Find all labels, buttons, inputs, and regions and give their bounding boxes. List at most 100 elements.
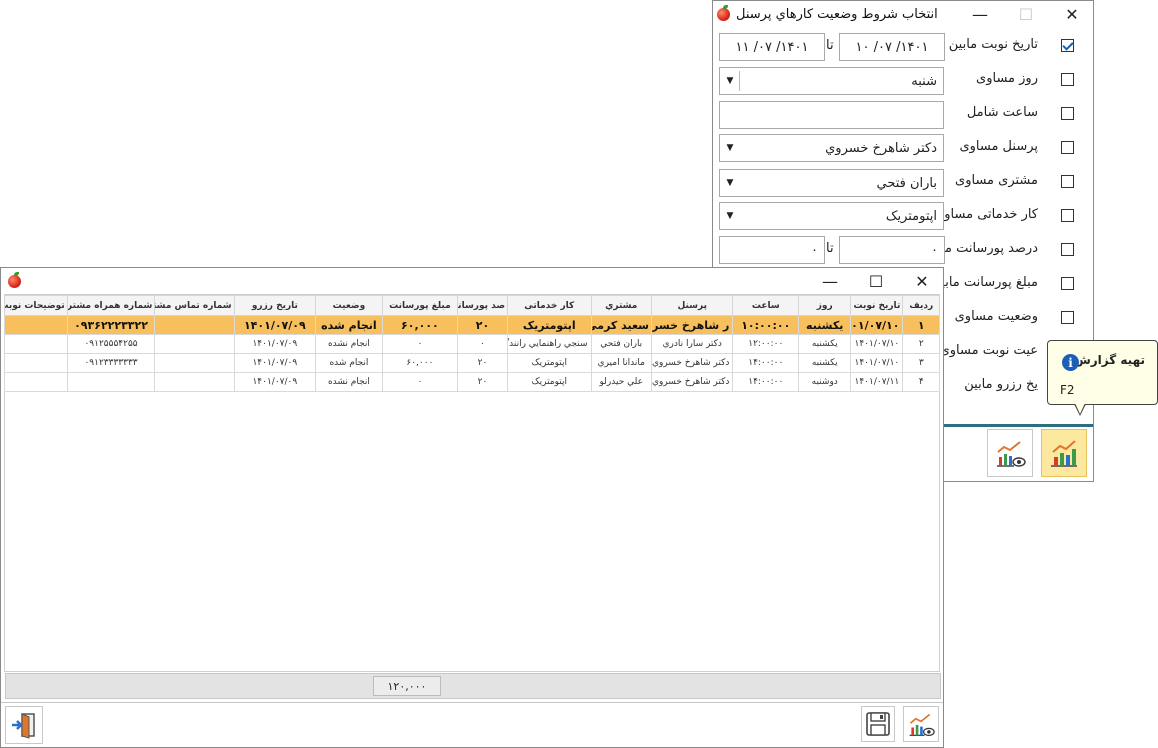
date-to-input[interactable]: ۱۴۰۱/ ۰۷/ ۱۱ xyxy=(719,33,825,61)
table-cell: انجام شده xyxy=(315,315,383,335)
exit-icon xyxy=(12,713,35,739)
totals-footer: ۱۲۰,۰۰۰ xyxy=(5,673,941,699)
table-cell xyxy=(66,372,156,392)
exit-button[interactable] xyxy=(5,706,43,744)
maximize-button[interactable]: ☐ xyxy=(853,268,899,294)
minimize-button[interactable]: — xyxy=(807,268,853,294)
checkbox-status[interactable] xyxy=(1061,311,1074,324)
table-cell: ۰۹۱۲۳۳۳۳۳۳۳ xyxy=(66,353,156,373)
table-cell: اپتومتريک xyxy=(507,315,592,335)
checkbox-customer[interactable] xyxy=(1061,175,1074,188)
criteria-titlebar: انتخاب شروط وضعيت کارهاي پرسنل — ☐ ✕ xyxy=(713,1,1093,27)
table-cell: ر شاهرخ خسروي xyxy=(651,315,734,335)
checkbox-personnel[interactable] xyxy=(1061,141,1074,154)
chevron-down-icon[interactable]: ▼ xyxy=(720,68,740,94)
table-cell: ۰ xyxy=(381,372,458,392)
percent-to-input[interactable]: ۰ xyxy=(719,236,825,264)
table-cell xyxy=(154,334,235,354)
grid-titlebar: — ☐ ✕ xyxy=(1,268,943,294)
chevron-down-icon[interactable]: ▼ xyxy=(720,203,740,229)
date-from-input[interactable]: ۱۴۰۱/ ۰۷/ ۱۰ xyxy=(839,33,945,61)
label-commission-amount: مبلغ پورسانت مابين xyxy=(931,275,1038,290)
table-cell: ۱۴۰۱/۰۷/۰۹ xyxy=(233,353,317,373)
table-cell: ماندانا اميري xyxy=(590,353,653,373)
customer-value: باران فتحي xyxy=(876,175,937,191)
checkbox-time[interactable] xyxy=(1061,107,1074,120)
personnel-select[interactable]: دکتر شاهرخ خسروي ▼ xyxy=(719,134,944,162)
prepare-report-button[interactable] xyxy=(1041,429,1087,477)
chevron-down-icon[interactable]: ▼ xyxy=(720,135,740,161)
column-header[interactable]: شماره تماس مشتري xyxy=(154,295,235,316)
report-grid-window: — ☐ ✕ رديف تاريخ نوبت روز ساعت پرسنل مشت… xyxy=(0,267,944,748)
column-header[interactable]: روز xyxy=(798,295,852,316)
customer-select[interactable]: باران فتحي ▼ xyxy=(719,169,944,197)
table-row[interactable]: ۴ ۱۴۰۱/۰۷/۱۱ دوشنبه ۱۴:۰۰:۰۰ دکتر شاهرخ … xyxy=(4,372,940,392)
chevron-down-icon[interactable]: ▼ xyxy=(720,170,740,196)
report-table[interactable]: رديف تاريخ نوبت روز ساعت پرسنل مشتري کار… xyxy=(4,295,940,392)
table-cell: اپتومتريک xyxy=(507,372,592,392)
column-header[interactable]: وضعيت xyxy=(315,295,383,316)
column-header[interactable]: مبلغ پورسانت xyxy=(381,295,458,316)
label-status: وضعيت مساوی xyxy=(954,309,1038,324)
column-header[interactable]: رديف xyxy=(902,295,940,316)
close-button[interactable]: ✕ xyxy=(1049,1,1095,27)
table-row[interactable]: ۲ ۱۴۰۱/۰۷/۱۰ يکشنبه ۱۲:۰۰:۰۰ دکتر سارا ن… xyxy=(4,334,940,354)
table-cell: ۱۴۰۱/۰۷/۰۹ xyxy=(233,334,317,354)
column-header[interactable]: صد پورسانت xyxy=(456,295,509,316)
table-cell: ۱۴۰۱/۰۷/۱۰ xyxy=(850,334,904,354)
day-value: شنبه xyxy=(911,73,937,89)
tooltip-title: تهيه گزارش xyxy=(1074,353,1145,367)
table-cell: دکتر شاهرخ خسروي xyxy=(651,353,734,373)
label-time: ساعت شامل xyxy=(966,105,1038,120)
table-cell: ۰۹۱۲۵۵۵۴۲۵۵ xyxy=(66,334,156,354)
column-header[interactable]: تاريخ نوبت xyxy=(850,295,904,316)
checkbox-percent[interactable] xyxy=(1061,243,1074,256)
save-button[interactable] xyxy=(861,706,895,742)
column-header[interactable]: ساعت xyxy=(732,295,800,316)
table-cell: باران فتحي xyxy=(590,334,653,354)
day-select[interactable]: شنبه ▼ xyxy=(719,67,944,95)
checkbox-service[interactable] xyxy=(1061,209,1074,222)
checkbox-day[interactable] xyxy=(1061,73,1074,86)
report-chart-icon xyxy=(1051,440,1077,467)
personnel-value: دکتر شاهرخ خسروي xyxy=(825,140,937,156)
service-value: اپتومتريک xyxy=(885,208,937,224)
table-cell: ۰ xyxy=(381,334,458,354)
table-row[interactable]: ۳ ۱۴۰۱/۰۷/۱۰ يکشنبه ۱۴:۰۰:۰۰ دکتر شاهرخ … xyxy=(4,353,940,373)
table-cell: يکشنبه xyxy=(798,334,852,354)
report-preview-button[interactable] xyxy=(903,706,939,742)
grid-bottom-divider xyxy=(1,702,943,703)
percent-to-value: ۰ xyxy=(811,242,818,258)
preview-report-button[interactable] xyxy=(987,429,1033,477)
column-header[interactable]: تاريخ رزرو xyxy=(233,295,317,316)
table-row[interactable]: ۱ ۱۴۰۱/۰۷/۱۰ يکشنبه ۱۰:۰۰:۰۰ ر شاهرخ خسر… xyxy=(4,315,940,335)
table-cell: دوشنبه xyxy=(798,372,852,392)
table-cell xyxy=(4,353,68,373)
table-cell: ۴ xyxy=(902,372,940,392)
table-cell: ۶۰,۰۰۰ xyxy=(381,315,458,335)
label-appointment-date: تاريخ نوبت مابين xyxy=(948,37,1038,52)
minimize-button[interactable]: — xyxy=(957,1,1003,27)
table-cell: دکتر شاهرخ خسروي xyxy=(651,372,734,392)
report-preview-icon xyxy=(997,441,1026,467)
percent-from-input[interactable]: ۰ xyxy=(839,236,945,264)
table-cell: ۱ xyxy=(902,315,940,335)
tooltip-shortcut: F2 xyxy=(1060,383,1075,397)
checkbox-appointment-date[interactable] xyxy=(1061,39,1074,52)
maximize-button[interactable]: ☐ xyxy=(1003,1,1049,27)
time-input[interactable] xyxy=(719,101,944,129)
column-header[interactable]: توضيحات نوبت xyxy=(4,295,68,316)
close-button[interactable]: ✕ xyxy=(899,268,945,294)
column-header[interactable]: پرسنل xyxy=(651,295,734,316)
checkbox-commission-amount[interactable] xyxy=(1061,277,1074,290)
table-cell: ۱۴:۰۰:۰۰ xyxy=(732,372,800,392)
service-select[interactable]: اپتومتريک ▼ xyxy=(719,202,944,230)
column-header[interactable]: کار خدماتی xyxy=(507,295,592,316)
column-header[interactable]: مشتري xyxy=(590,295,653,316)
table-cell: ۱۴۰۱/۰۷/۱۰ xyxy=(850,315,904,335)
label-service: کار خدماتی مساوی xyxy=(934,207,1038,222)
column-header[interactable]: شماره همراه مشتري xyxy=(66,295,156,316)
combo-divider xyxy=(739,71,740,91)
table-cell: ۰ xyxy=(456,334,509,354)
table-cell: ۲۰ xyxy=(456,315,509,335)
